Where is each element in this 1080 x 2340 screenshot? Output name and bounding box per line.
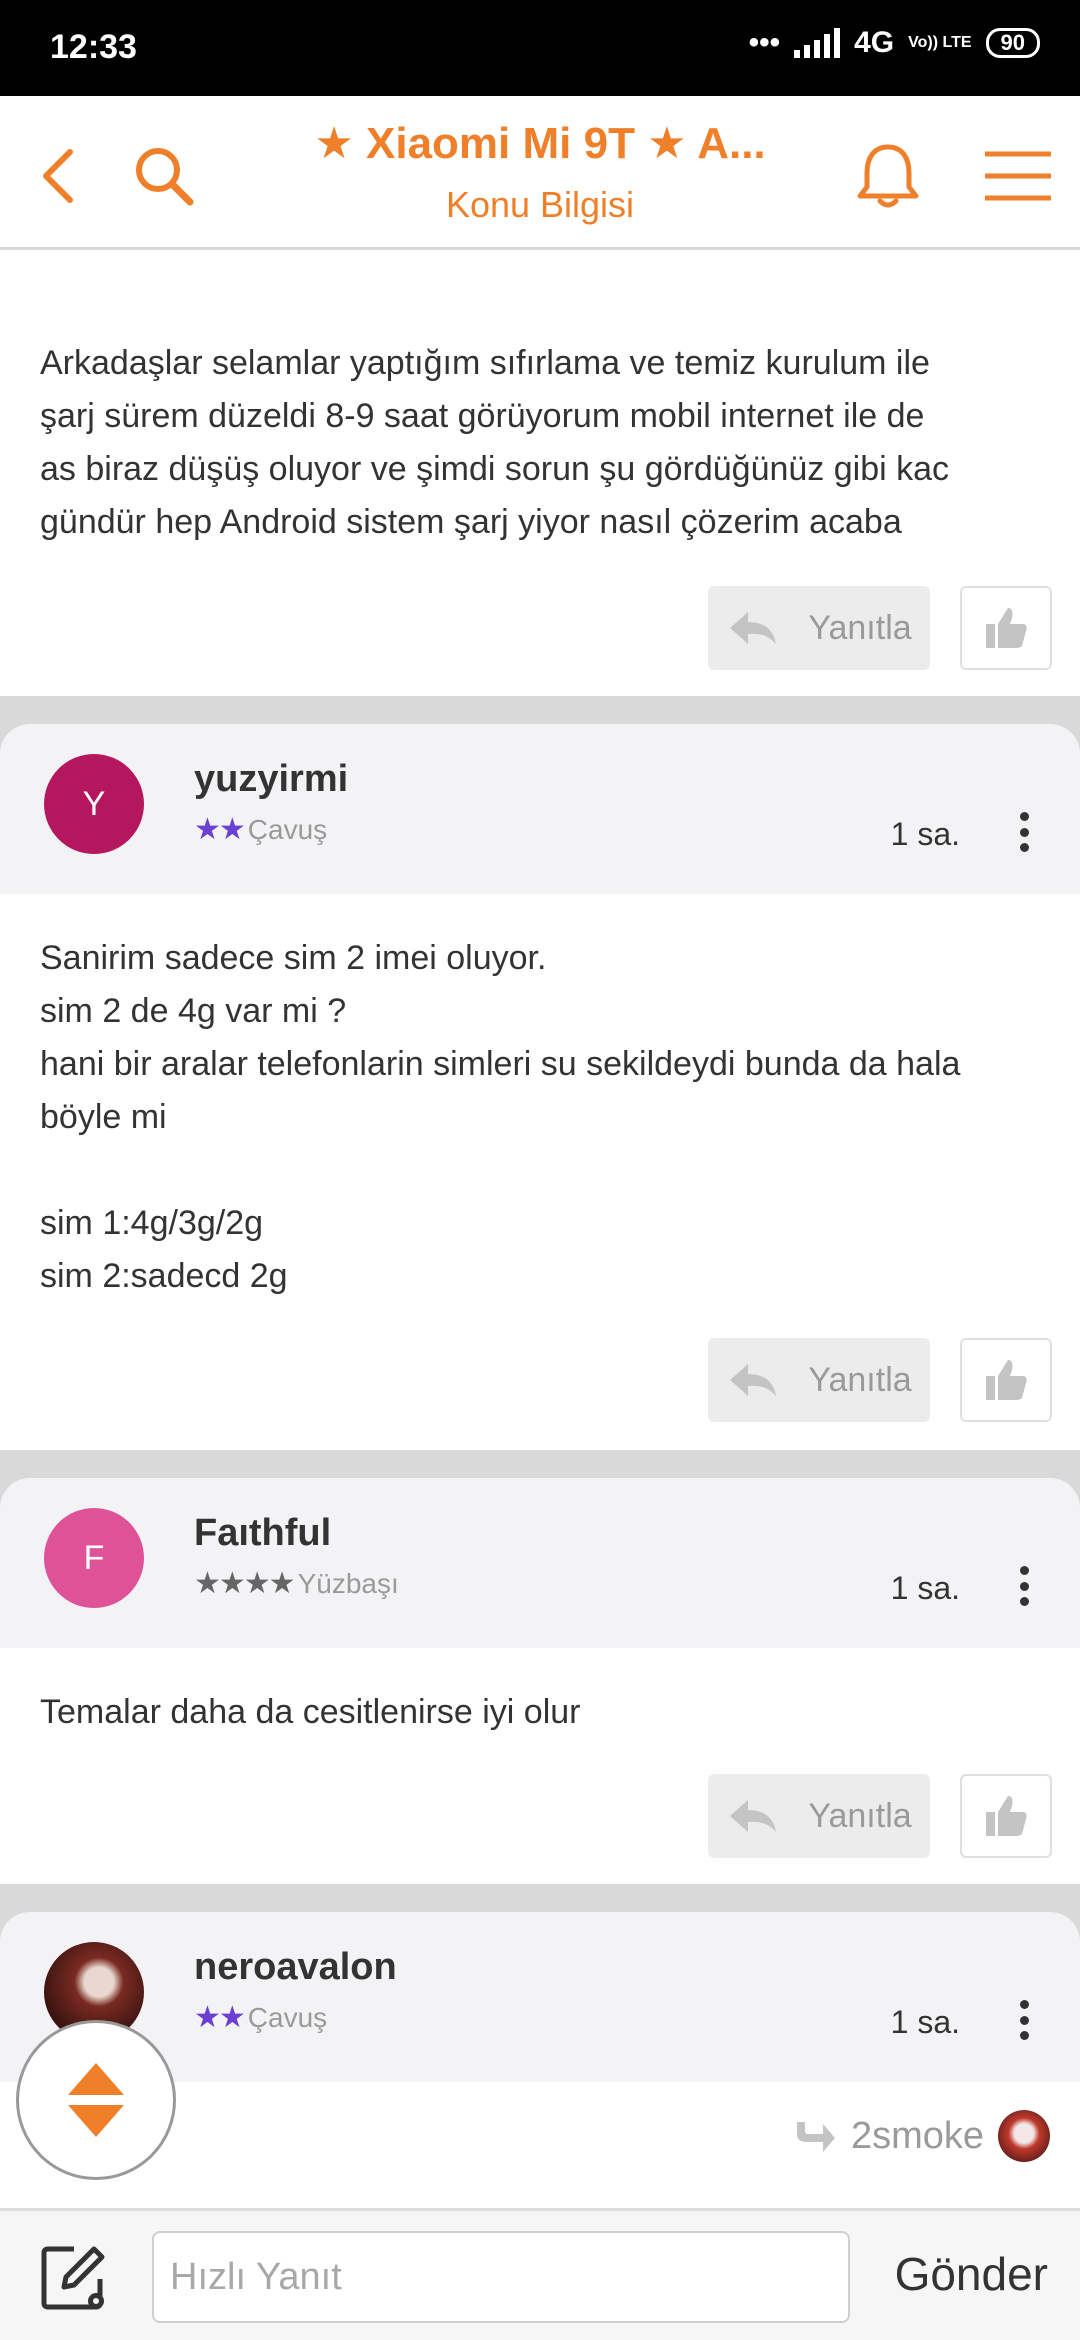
reply-label: Yanıtla	[808, 1796, 912, 1835]
divider	[0, 1450, 1080, 1478]
network-type: 4G	[854, 26, 895, 59]
arrow-up-icon	[68, 2063, 124, 2095]
post-body: Arkadaşlar selamlar yaptığım sıfırlama v…	[0, 253, 1080, 696]
divider	[0, 696, 1080, 724]
reply-arrow-icon	[730, 1364, 777, 1396]
reply-label: Yanıtla	[808, 1360, 912, 1399]
user-rank: ★★ Çavuş	[194, 812, 327, 847]
more-options-icon[interactable]	[1018, 1566, 1030, 1606]
username[interactable]: neroavalon	[194, 1946, 397, 1989]
page-subtitle[interactable]: Konu Bilgisi	[280, 184, 800, 226]
page-title: ★ Xiaomi Mi 9T ★ A...	[314, 119, 766, 168]
rank-label: Çavuş	[247, 2001, 328, 2033]
rank-stars-icon: ★★	[194, 2001, 246, 2034]
user-rank: ★★ Çavuş	[194, 2000, 327, 2035]
post-text: Sanirim sadece sim 2 imei oluyor. sim 2 …	[40, 939, 961, 1295]
post-time: 1 sa.	[890, 1570, 960, 1606]
bell-icon[interactable]	[848, 136, 928, 216]
send-button[interactable]: Gönder	[895, 2247, 1048, 2301]
post-time: 1 sa.	[890, 816, 960, 852]
post-header-wrap: F Faıthful ★★★★ Yüzbaşı 1 sa.	[0, 1478, 1080, 1670]
scroll-toggle-button[interactable]	[16, 2020, 176, 2180]
more-dots-icon: •••	[748, 26, 781, 59]
reply-button[interactable]: Yanıtla	[708, 1774, 930, 1858]
quick-reply-input[interactable]	[152, 2231, 850, 2323]
quote-reference[interactable]: 2smoke	[793, 2110, 1050, 2162]
rank-stars-icon: ★★	[194, 813, 246, 846]
avatar[interactable]: F	[44, 1508, 144, 1608]
status-bar: 12:33 ••• 4G Vo)) LTE 90	[0, 0, 1080, 96]
arrow-down-icon	[68, 2105, 124, 2137]
rank-label: Yüzbaşı	[297, 1567, 399, 1599]
reply-arrow-icon	[730, 612, 777, 644]
post-time: 1 sa.	[890, 2004, 960, 2040]
post-text: Temalar daha da cesitlenirse iyi olur	[40, 1693, 581, 1731]
battery-icon: 90	[985, 28, 1040, 58]
user-rank: ★★★★ Yüzbaşı	[194, 1566, 399, 1601]
quoted-avatar	[998, 2110, 1050, 2162]
like-button[interactable]	[960, 1338, 1052, 1422]
thumbs-up-icon	[986, 1796, 1027, 1836]
back-arrow-icon[interactable]	[18, 136, 98, 216]
divider	[0, 1884, 1080, 1912]
like-button[interactable]	[960, 1774, 1052, 1858]
thumbs-up-icon	[986, 608, 1027, 648]
post-header: F Faıthful ★★★★ Yüzbaşı 1 sa.	[0, 1478, 1080, 1670]
forward-arrow-icon	[796, 2122, 835, 2152]
search-icon[interactable]	[124, 136, 204, 216]
reply-button[interactable]: Yanıtla	[708, 586, 930, 670]
reply-button[interactable]: Yanıtla	[708, 1338, 930, 1422]
like-button[interactable]	[960, 586, 1052, 670]
status-icons: ••• 4G Vo)) LTE 90	[749, 26, 1040, 60]
quoted-username: 2smoke	[850, 2114, 984, 2157]
reply-label: Yanıtla	[808, 608, 912, 647]
more-options-icon[interactable]	[1018, 2000, 1030, 2040]
post-header: Y yuzyirmi ★★ Çavuş 1 sa.	[0, 724, 1080, 916]
post-header-wrap: Y yuzyirmi ★★ Çavuş 1 sa.	[0, 724, 1080, 916]
app-header: ★ Xiaomi Mi 9T ★ A... Konu Bilgisi	[0, 96, 1080, 250]
reply-arrow-icon	[730, 1800, 777, 1832]
signal-icon	[794, 28, 841, 58]
post-body: Sanirim sadece sim 2 imei oluyor. sim 2 …	[0, 894, 1080, 1450]
username[interactable]: Faıthful	[194, 1512, 331, 1555]
menu-icon[interactable]	[978, 136, 1058, 216]
post-body: Temalar daha da cesitlenirse iyi olur Ya…	[0, 1648, 1080, 1884]
rank-label: Çavuş	[247, 813, 328, 845]
quick-reply-bar: Gönder	[0, 2208, 1080, 2340]
more-options-icon[interactable]	[1018, 812, 1030, 852]
compose-settings-icon[interactable]	[40, 2243, 110, 2313]
avatar[interactable]: Y	[44, 754, 144, 854]
status-time: 12:33	[50, 28, 137, 66]
thumbs-up-icon	[986, 1360, 1027, 1400]
rank-stars-icon: ★★★★	[194, 1567, 296, 1600]
post-text: Arkadaşlar selamlar yaptığım sıfırlama v…	[40, 344, 950, 541]
volte-icon: Vo)) LTE	[908, 34, 972, 51]
username[interactable]: yuzyirmi	[194, 758, 348, 801]
